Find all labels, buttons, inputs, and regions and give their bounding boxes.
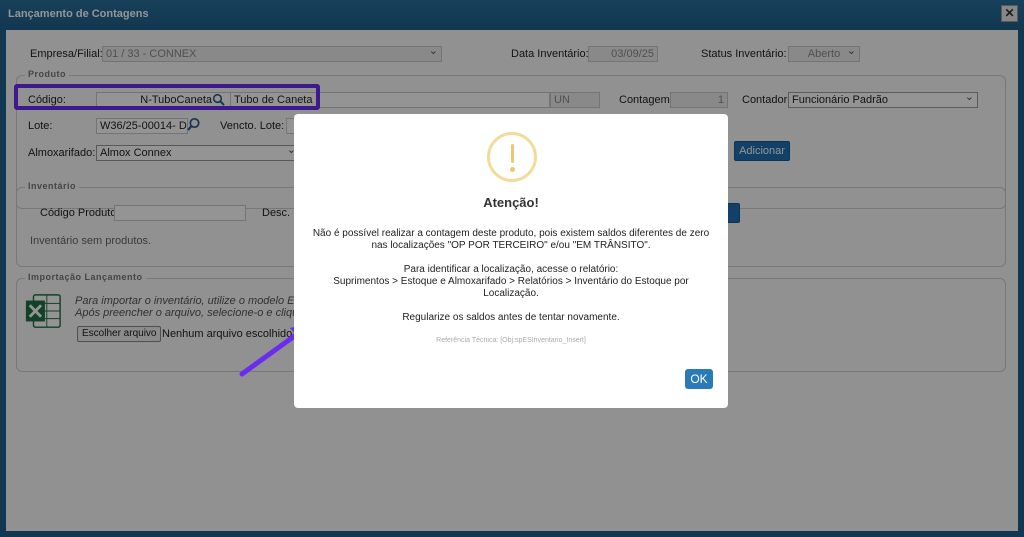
dialog-message-line-2: nas localizações "OP POR TERCEIRO" e/ou … (371, 240, 651, 251)
dialog-title: Atenção! (483, 195, 539, 210)
ok-button[interactable]: OK (685, 369, 713, 389)
dialog-reference: Referência Técnica: [Obj:spESInventario_… (436, 337, 586, 344)
dialog-message-line-4: Suprimentos > Estoque e Almoxarifado > R… (333, 276, 689, 287)
alert-dialog: Atenção! Não é possível realizar a conta… (294, 114, 728, 408)
dialog-message-line-6: Regularize os saldos antes de tentar nov… (402, 312, 620, 323)
dialog-message-line-5: Localização. (483, 288, 539, 299)
warning-icon (487, 132, 537, 182)
dialog-message-line-3: Para identificar a localização, acesse o… (403, 264, 619, 275)
warning-bar (511, 144, 514, 163)
dialog-message-line-1: Não é possível realizar a contagem deste… (312, 228, 710, 239)
warning-dot (510, 167, 515, 172)
